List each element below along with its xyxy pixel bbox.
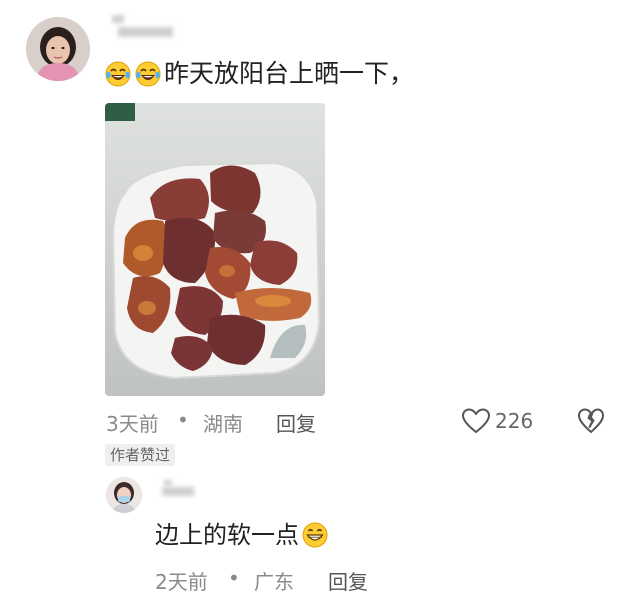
comment-content: 昨天放阳台上晒一下， xyxy=(104,58,414,90)
reply-content: 边上的软一点 xyxy=(155,520,331,550)
reply-button[interactable]: 回复 xyxy=(276,408,316,437)
comment-time: 3天前 xyxy=(106,412,159,436)
author-liked-badge: 作者赞过 xyxy=(105,444,176,466)
comment-text: 昨天放阳台上晒一下， xyxy=(164,59,415,88)
reply-reply-button[interactable]: 回复 xyxy=(328,566,368,595)
like-count: 226 xyxy=(495,409,534,433)
reply-text: 边上的软一点 xyxy=(155,521,299,549)
comment-location: 湖南 xyxy=(203,412,243,436)
reply-avatar-portrait xyxy=(106,477,142,513)
persimmons-on-plate-image xyxy=(105,103,325,396)
meta-separator: • xyxy=(177,408,189,432)
heart-icon[interactable] xyxy=(461,407,491,435)
reply-meta-separator: • xyxy=(228,566,240,590)
reply-username-blurred-fragment xyxy=(164,480,172,486)
username-blurred[interactable] xyxy=(118,27,173,37)
reply-time: 2天前 xyxy=(155,570,208,594)
laughing-tears-emoji-icon xyxy=(135,61,161,87)
avatar[interactable] xyxy=(26,17,90,81)
broken-heart-icon[interactable] xyxy=(577,407,605,435)
avatar-portrait xyxy=(26,17,90,81)
grinning-face-emoji-icon xyxy=(302,522,328,548)
reply-location: 广东 xyxy=(254,570,294,594)
username-blurred-fragment xyxy=(112,15,124,23)
reply-avatar[interactable] xyxy=(106,477,142,513)
laughing-tears-emoji-icon xyxy=(105,61,131,87)
comment-photo[interactable] xyxy=(105,103,325,396)
reply-username-blurred[interactable] xyxy=(162,487,194,496)
